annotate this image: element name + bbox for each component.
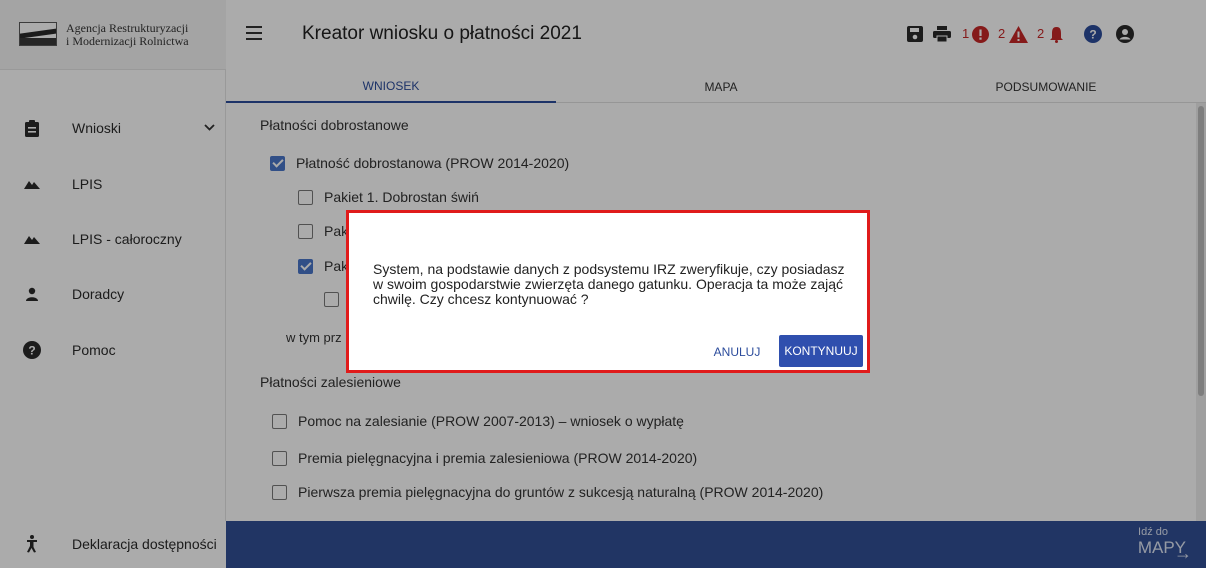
continue-button[interactable]: KONTYNUUJ [779, 335, 863, 367]
confirm-dialog: System, na podstawie danych z podsystemu… [346, 210, 870, 373]
dialog-message: System, na podstawie danych z podsystemu… [373, 261, 845, 307]
cancel-button[interactable]: ANULUJ [707, 337, 767, 367]
